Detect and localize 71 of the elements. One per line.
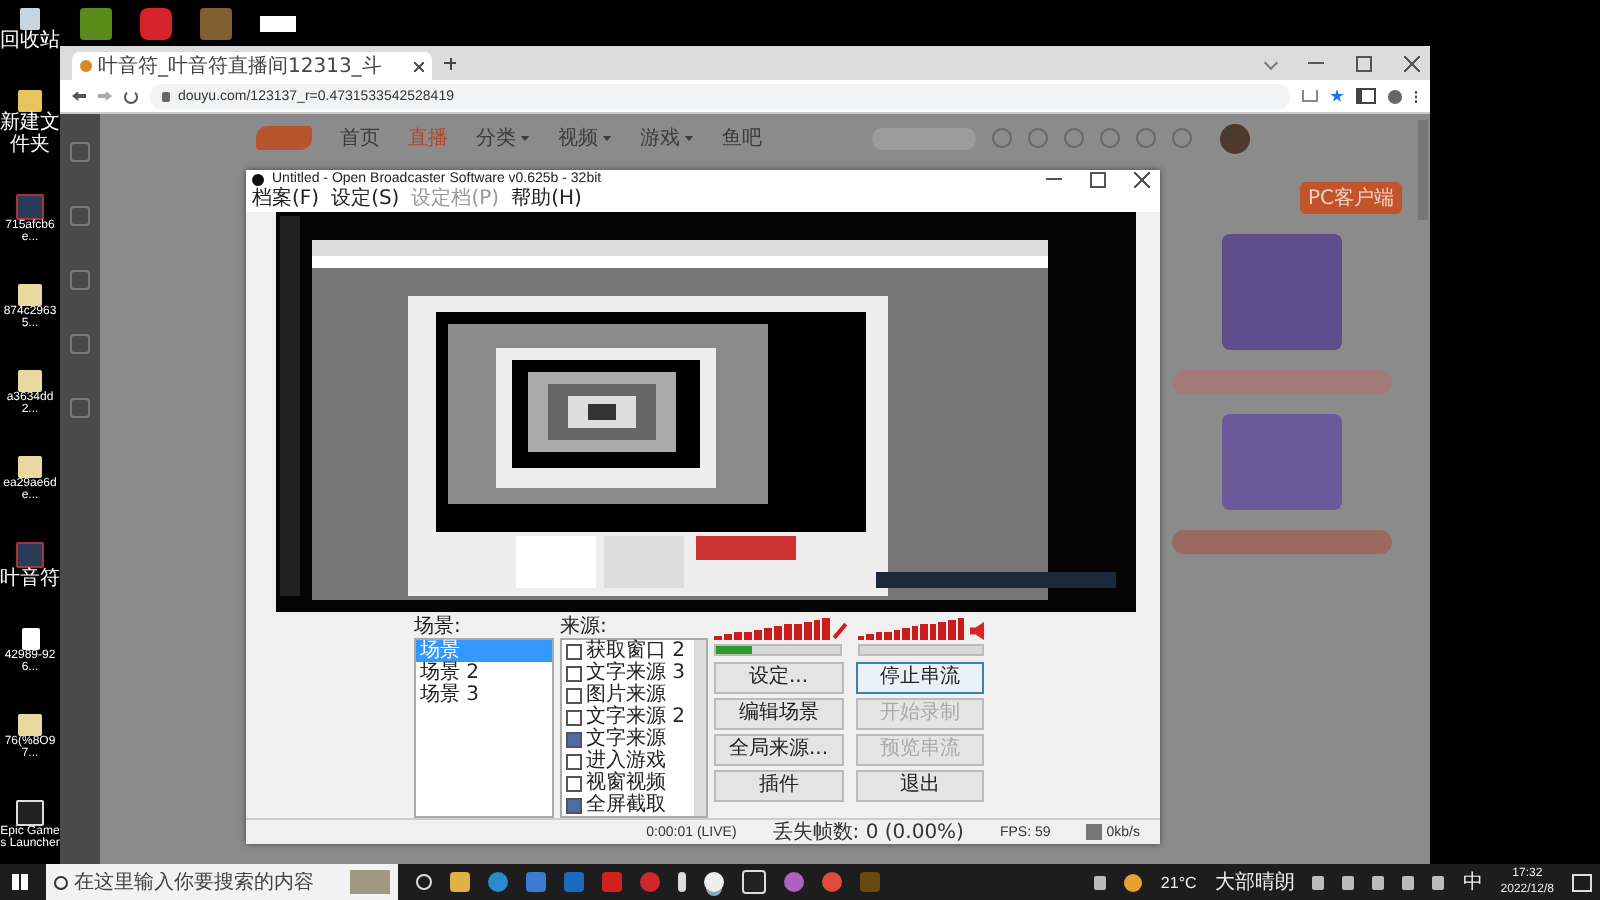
- sources-label: 来源:: [560, 616, 609, 638]
- desktop-icon-label[interactable]: 叶音符: [0, 567, 60, 590]
- scrollbar[interactable]: [694, 640, 706, 816]
- weather-text[interactable]: 大部晴朗: [1214, 868, 1295, 896]
- plus-icon[interactable]: [444, 57, 456, 69]
- checkbox[interactable]: [566, 797, 582, 813]
- circle-icon[interactable]: [416, 874, 432, 890]
- site-icon: [80, 60, 92, 72]
- source-item[interactable]: 获取窗口 2: [586, 640, 686, 662]
- maximize-icon[interactable]: [1356, 55, 1372, 71]
- action-button[interactable]: 退出: [855, 770, 984, 802]
- close-icon[interactable]: [1404, 55, 1420, 71]
- dropped-frames: 丢失帧数: 0 (0.00%): [772, 818, 964, 846]
- app-icon: [252, 173, 264, 185]
- volume-slider[interactable]: [857, 616, 964, 640]
- menu-item[interactable]: 档案(F): [252, 188, 320, 212]
- tray-icon[interactable]: [1402, 875, 1415, 889]
- action-button[interactable]: 编辑场景: [714, 698, 843, 730]
- checkbox[interactable]: [566, 665, 582, 681]
- browser-tab[interactable]: 叶音符_叶音符直播间12313_斗: [72, 52, 432, 80]
- menu-item[interactable]: 帮助(H): [511, 188, 582, 212]
- status-square-icon: [1086, 824, 1103, 840]
- action-button[interactable]: 停止串流: [855, 662, 984, 694]
- checkbox[interactable]: [566, 753, 582, 769]
- source-item[interactable]: 视窗视频: [586, 772, 666, 794]
- source-item[interactable]: 全屏截取: [586, 794, 666, 816]
- checkbox[interactable]: [566, 687, 582, 703]
- desktop-icon-label[interactable]: 新建文件夹: [0, 111, 60, 156]
- menu-item[interactable]: 设定(S): [331, 188, 400, 212]
- back-icon[interactable]: [72, 91, 86, 101]
- action-button[interactable]: 插件: [714, 770, 843, 802]
- source-item[interactable]: 文字来源 2: [586, 706, 686, 728]
- scenes-label: 场景:: [414, 616, 463, 638]
- checkbox[interactable]: [566, 731, 582, 747]
- source-item[interactable]: 文字来源 3: [586, 662, 686, 684]
- input-method[interactable]: 中: [1462, 868, 1483, 896]
- app-icon[interactable]: [16, 799, 44, 826]
- action-button[interactable]: 设定...: [714, 662, 843, 694]
- scrollbar[interactable]: [1418, 120, 1428, 220]
- sidebar-icon[interactable]: [1356, 88, 1376, 104]
- source-item[interactable]: 图片来源: [586, 684, 666, 706]
- promo-card: [1222, 234, 1342, 350]
- scene-item[interactable]: 场景 2: [416, 662, 552, 684]
- reload-icon[interactable]: [124, 89, 138, 103]
- close-icon[interactable]: [414, 61, 424, 71]
- document-icon[interactable]: [21, 627, 39, 650]
- volume-slider[interactable]: [714, 616, 831, 640]
- tray-icon[interactable]: [1342, 875, 1355, 889]
- windows-start-icon[interactable]: [12, 874, 28, 890]
- decoration-icon: [350, 870, 390, 894]
- search-icon: [54, 875, 68, 889]
- notification-icon[interactable]: [1572, 873, 1592, 891]
- checkbox[interactable]: [566, 643, 582, 659]
- source-item[interactable]: 文字来源: [586, 728, 666, 750]
- temperature[interactable]: 21°C: [1160, 873, 1197, 891]
- checkbox[interactable]: [566, 775, 582, 791]
- promo-card: [1222, 414, 1342, 510]
- document-icon[interactable]: [260, 15, 296, 31]
- profile-icon[interactable]: [1388, 89, 1402, 103]
- scenes-list[interactable]: 场景 场景 2 场景 3: [414, 638, 554, 818]
- tray-icon[interactable]: [1372, 875, 1385, 889]
- source-item[interactable]: 进入游戏: [586, 750, 666, 772]
- tab-title: 叶音符_叶音符直播间12313_斗: [98, 53, 384, 80]
- sources-list[interactable]: 获取窗口 2 文字来源 3 图片来源 文字来源 2 文字来源 进入游戏 视窗视频 全屏截取: [560, 638, 708, 818]
- action-button[interactable]: 全局来源...: [714, 734, 843, 766]
- scene-item[interactable]: 场景 3: [416, 684, 552, 706]
- close-icon[interactable]: [1134, 171, 1150, 187]
- desktop-icon-label[interactable]: 回收站: [0, 30, 60, 52]
- audio-meter: [714, 644, 841, 656]
- avatar[interactable]: [1220, 123, 1250, 153]
- checkbox[interactable]: [566, 709, 582, 725]
